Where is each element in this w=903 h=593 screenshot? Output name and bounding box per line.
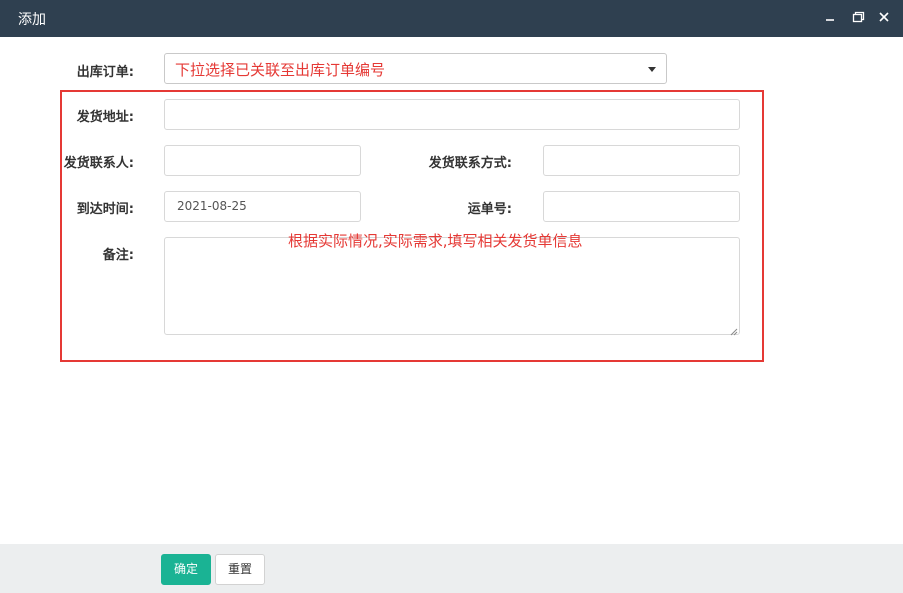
confirm-button[interactable]: 确定 bbox=[161, 554, 211, 585]
minimize-icon[interactable] bbox=[823, 10, 837, 24]
contact-method-input[interactable] bbox=[543, 145, 740, 176]
waybill-label: 运单号: bbox=[467, 202, 512, 217]
arrival-time-input[interactable]: 2021-08-25 bbox=[164, 191, 361, 222]
contact-label: 发货联系人: bbox=[63, 156, 134, 171]
dialog-titlebar: 添加 bbox=[0, 0, 903, 37]
arrival-time-label: 到达时间: bbox=[76, 202, 134, 217]
contact-input[interactable] bbox=[164, 145, 361, 176]
maximize-icon[interactable] bbox=[851, 10, 865, 24]
close-icon[interactable] bbox=[877, 10, 891, 24]
dialog-footer: 确定 重置 bbox=[0, 544, 903, 593]
contact-method-label: 发货联系方式: bbox=[428, 156, 512, 171]
address-label: 发货地址: bbox=[76, 110, 134, 125]
remark-label: 备注: bbox=[102, 248, 134, 263]
remark-textarea[interactable] bbox=[164, 237, 740, 335]
resize-grip-icon[interactable] bbox=[730, 325, 738, 336]
chevron-down-icon bbox=[648, 67, 656, 72]
dialog-title: 添加 bbox=[18, 12, 46, 28]
order-label: 出库订单: bbox=[76, 65, 134, 80]
order-select[interactable]: 下拉选择已关联至出库订单编号 bbox=[164, 53, 667, 84]
order-select-placeholder: 下拉选择已关联至出库订单编号 bbox=[175, 61, 386, 79]
annotation-text: 根据实际情况,实际需求,填写相关发货单信息 bbox=[288, 232, 583, 250]
waybill-input[interactable] bbox=[543, 191, 740, 222]
address-input[interactable] bbox=[164, 99, 740, 130]
reset-button[interactable]: 重置 bbox=[215, 554, 265, 585]
